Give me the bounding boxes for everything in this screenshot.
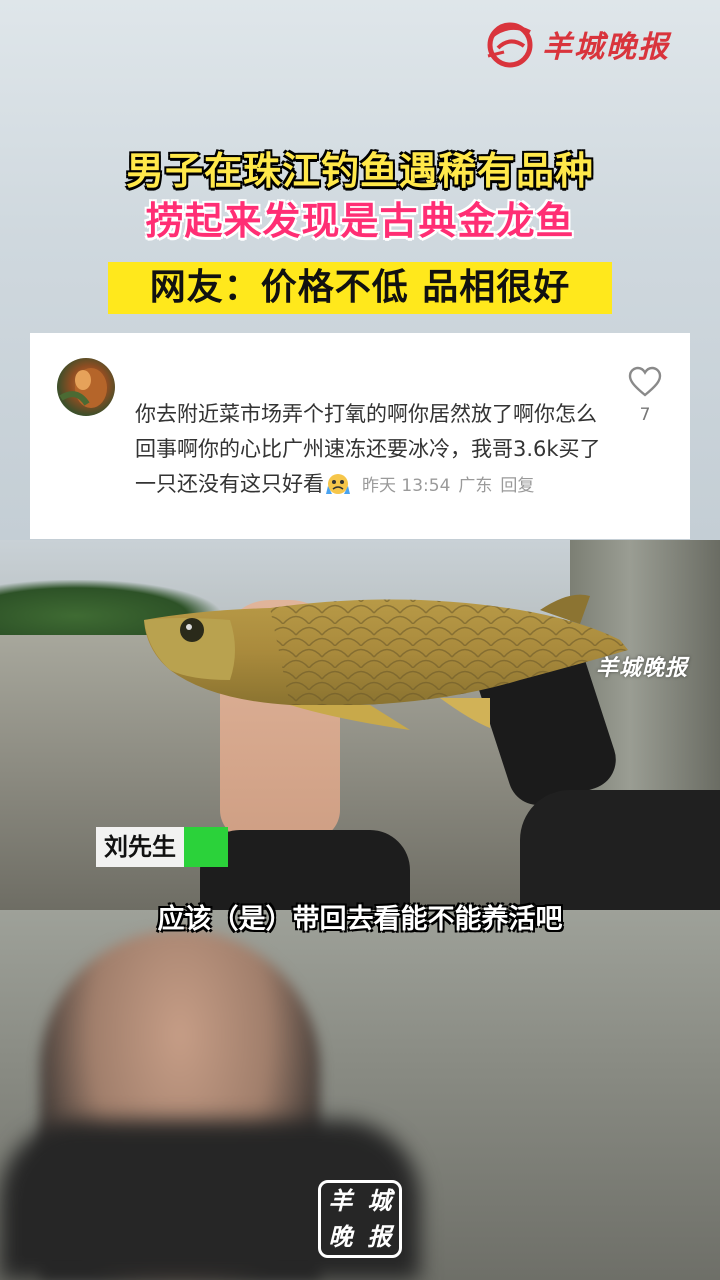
bottom-brand-logo: 羊 城 晚 报	[318, 1180, 402, 1258]
video-subtitle: 应该（是）带回去看能不能养活吧	[157, 904, 563, 935]
speaker-name-tag: 刘先生	[96, 827, 228, 867]
comment-card: 你去附近菜市场弄个打氧的啊你居然放了啊你怎么回事啊你的心比广州速冻还要冰冷，我哥…	[30, 333, 690, 539]
headline-line-1: 男子在珠江钓鱼遇稀有品种	[125, 149, 594, 193]
brand-logo: 羊城晚报	[484, 18, 670, 70]
comment-location: 广东	[458, 476, 493, 496]
like-count: 7	[639, 405, 651, 425]
avatar-image-icon	[59, 368, 107, 408]
brand-name: 羊城晚报	[542, 30, 670, 65]
ram-logo-icon	[487, 22, 533, 68]
bottom-logo-char-3: 晚	[328, 1222, 353, 1251]
name-tag-accent	[184, 827, 228, 867]
comment-body: 你去附近菜市场弄个打氧的啊你居然放了啊你怎么回事啊你的心比广州速冻还要冰冷，我哥…	[135, 397, 605, 504]
right-sleeve	[520, 790, 720, 910]
avatar[interactable]	[57, 358, 115, 416]
headline-block: 男子在珠江钓鱼遇稀有品种 捞起来发现是古典金龙鱼	[0, 148, 720, 246]
headline-line-3: 网友：价格不低 品相很好	[149, 267, 571, 308]
bottom-logo-char-2: 城	[367, 1186, 392, 1215]
arowana-fish	[144, 594, 628, 730]
bottom-logo-char-4: 报	[367, 1222, 392, 1251]
photo-watermark: 羊城晚报	[596, 655, 689, 681]
comment-time: 昨天 13:54	[362, 476, 451, 496]
heart-icon[interactable]	[628, 366, 662, 398]
bottom-logo-char-1: 羊	[328, 1186, 353, 1215]
speaker-name: 刘先生	[96, 827, 184, 867]
headline-line-3-banner: 网友：价格不低 品相很好	[108, 262, 612, 314]
reply-button[interactable]: 回复	[500, 476, 534, 496]
headline-line-2: 捞起来发现是古典金龙鱼	[145, 199, 575, 243]
crying-face-emoji-icon	[326, 474, 350, 494]
